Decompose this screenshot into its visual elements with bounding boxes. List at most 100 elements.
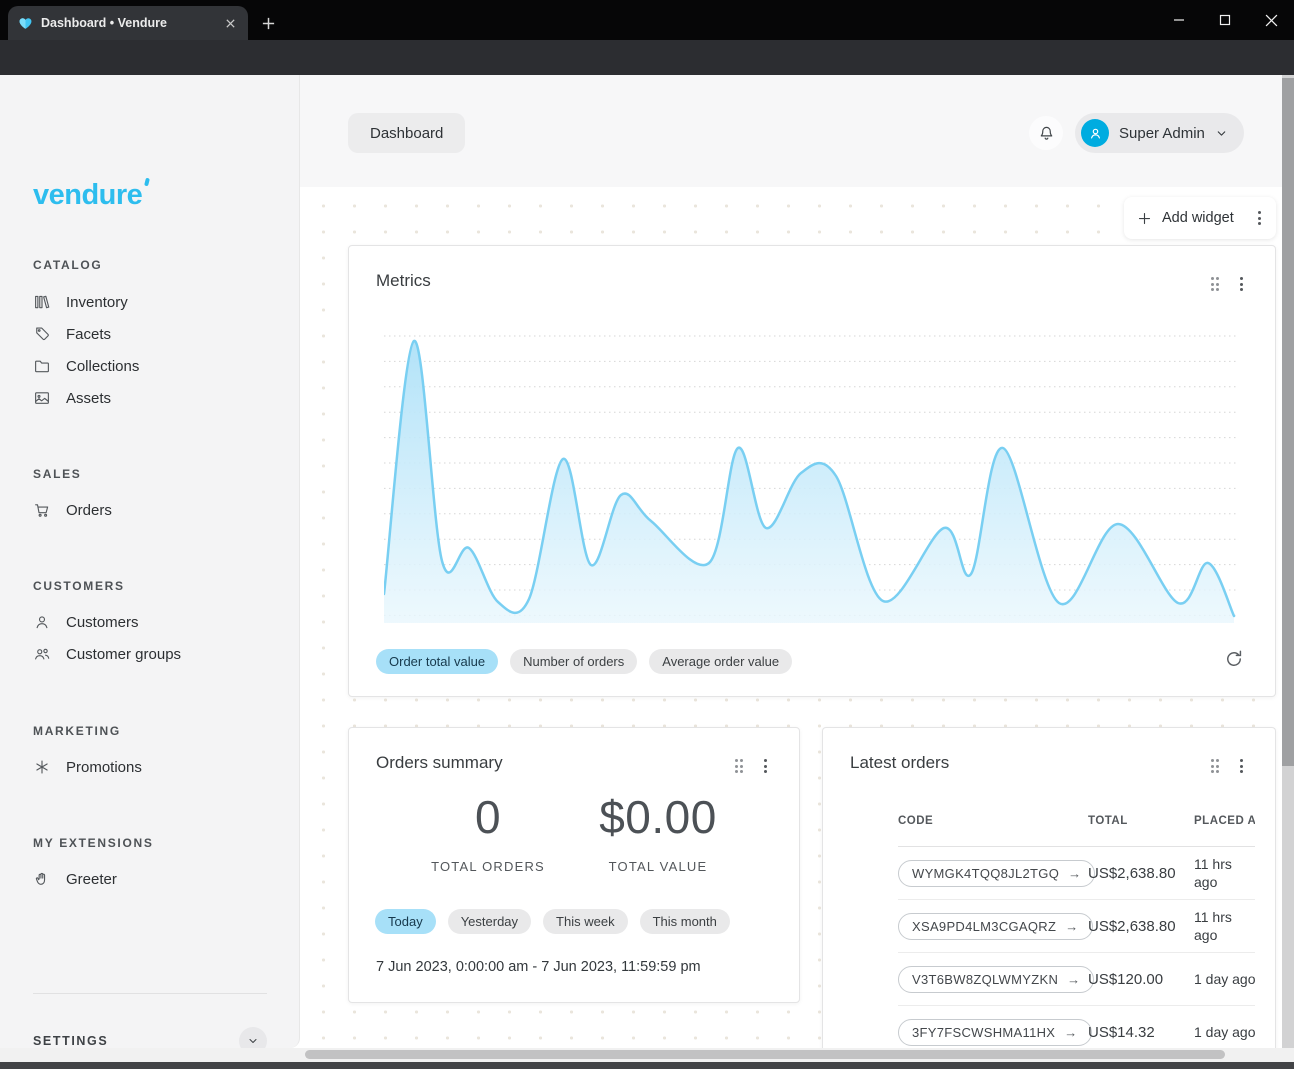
folder-icon [33,357,51,375]
sidebar-item-label: Facets [66,326,111,343]
add-widget-menu-icon[interactable] [1256,209,1263,227]
chip-this-month[interactable]: This month [640,909,730,934]
table-row: XSA9PD4LM3CGAQRZ→ US$2,638.80 11 hrs ago [898,900,1255,953]
sidebar: vendure CATALOG Inventory Facets Collect… [0,75,300,1048]
widget-title: Latest orders [850,753,949,773]
widget-menu-icon[interactable] [1238,275,1245,293]
sidebar-item-label: Assets [66,390,111,407]
bell-icon [1037,124,1056,143]
sidebar-item-facets[interactable]: Facets [33,318,111,350]
latest-orders-table: CODE TOTAL PLACED AT WYMGK4TQQ8JL2TGQ→ U… [898,803,1255,1059]
breadcrumb[interactable]: Dashboard [348,113,465,153]
user-name: Super Admin [1119,125,1205,142]
total-value-stat: $0.00 TOTAL VALUE [578,790,738,874]
tab-title: Dashboard • Vendure [41,16,214,30]
browser-tab[interactable]: Dashboard • Vendure [8,6,248,40]
refresh-button[interactable] [1221,646,1247,672]
sidebar-item-label: Customers [66,614,139,631]
order-placed-at: 11 hrs ago [1194,847,1255,900]
order-code-link[interactable]: V3T6BW8ZQLWMYZKN→ [898,966,1094,993]
chevron-down-icon [247,1035,259,1047]
metrics-widget: Metrics Order total value Number of orde… [348,245,1276,697]
sidebar-item-settings[interactable]: SETTINGS [33,1034,108,1048]
sidebar-item-orders[interactable]: Orders [33,494,112,526]
total-value-value: $0.00 [578,790,738,844]
browser-window: Dashboard • Vendure [0,0,1294,1069]
vendure-favicon [18,16,33,31]
order-total: US$2,638.80 [1088,847,1194,900]
arrow-right-icon: → [1067,972,1080,987]
latest-orders-table-container: CODE TOTAL PLACED AT WYMGK4TQQ8JL2TGQ→ U… [849,803,1255,1062]
page-title: Dashboard [370,125,443,142]
chevron-down-icon [1215,127,1228,140]
order-code-link[interactable]: 3FY7FSCWSHMA11HX→ [898,1019,1092,1046]
sidebar-item-customer-groups[interactable]: Customer groups [33,638,181,670]
column-header-code: CODE [898,803,1088,847]
drag-handle-icon[interactable] [1211,759,1220,773]
sidebar-item-label: Greeter [66,871,117,888]
sidebar-item-promotions[interactable]: Promotions [33,751,142,783]
total-orders-stat: 0 TOTAL ORDERS [408,790,568,874]
section-label-sales: SALES [33,467,82,481]
chip-order-total-value[interactable]: Order total value [376,649,498,674]
inventory-icon [33,293,51,311]
arrow-right-icon: → [1065,919,1078,934]
add-widget-label: Add widget [1162,210,1246,226]
order-code-link[interactable]: WYMGK4TQQ8JL2TGQ→ [898,860,1095,887]
vertical-scrollbar-thumb[interactable] [1282,78,1294,766]
window-close-button[interactable] [1248,0,1294,40]
total-orders-value: 0 [408,790,568,844]
widget-menu-icon[interactable] [762,757,769,775]
window-minimize-button[interactable] [1156,0,1202,40]
vendure-logo[interactable]: vendure [33,178,149,212]
person-icon [1087,125,1104,142]
horizontal-scrollbar-thumb[interactable] [305,1050,1225,1059]
drag-handle-icon[interactable] [1211,277,1220,291]
sidebar-item-label: Collections [66,358,139,375]
hand-wave-icon [33,870,51,888]
latest-orders-widget: Latest orders CODE TOTAL PLACED AT WYMGK… [822,727,1276,1062]
sidebar-item-greeter[interactable]: Greeter [33,863,117,895]
arrow-right-icon: → [1068,866,1081,881]
sidebar-item-label: Inventory [66,294,128,311]
tab-close-icon[interactable] [222,15,238,31]
sidebar-item-assets[interactable]: Assets [33,382,111,414]
user-menu[interactable]: Super Admin [1075,113,1244,153]
widget-title: Metrics [376,271,431,291]
sidebar-item-collections[interactable]: Collections [33,350,139,382]
user-avatar [1081,119,1109,147]
order-code-link[interactable]: XSA9PD4LM3CGAQRZ→ [898,913,1093,940]
notifications-button[interactable] [1029,116,1063,150]
chart-area [384,341,1234,623]
drag-handle-icon[interactable] [735,759,744,773]
widget-title: Orders summary [376,753,503,773]
sidebar-item-label: Orders [66,502,112,519]
widget-menu-icon[interactable] [1238,757,1245,775]
chip-today[interactable]: Today [375,909,436,934]
total-value-label: TOTAL VALUE [578,859,738,874]
add-widget-button[interactable]: Add widget [1124,197,1276,239]
chip-yesterday[interactable]: Yesterday [448,909,531,934]
chip-number-of-orders[interactable]: Number of orders [510,649,637,674]
order-placed-at: 11 hrs ago [1194,900,1255,953]
chip-this-week[interactable]: This week [543,909,628,934]
section-label-catalog: CATALOG [33,258,102,272]
section-label-my-extensions: MY EXTENSIONS [33,836,154,850]
column-header-total: TOTAL [1088,803,1194,847]
chip-average-order-value[interactable]: Average order value [649,649,792,674]
refresh-icon [1223,648,1245,670]
new-tab-button[interactable] [256,11,280,35]
table-row: WYMGK4TQQ8JL2TGQ→ US$2,638.80 11 hrs ago [898,847,1255,900]
sidebar-item-customers[interactable]: Customers [33,606,139,638]
metrics-chart [384,331,1237,623]
window-maximize-button[interactable] [1202,0,1248,40]
sidebar-item-label: Promotions [66,759,142,776]
date-range-selector: Today Yesterday This week This month [375,909,730,934]
sidebar-divider [33,993,267,994]
plus-icon [1137,211,1152,226]
arrow-right-icon: → [1064,1025,1077,1040]
window-bottom-edge [0,1062,1294,1069]
section-label-marketing: MARKETING [33,724,121,738]
sidebar-item-inventory[interactable]: Inventory [33,286,128,318]
browser-tab-strip: Dashboard • Vendure [0,0,1294,40]
